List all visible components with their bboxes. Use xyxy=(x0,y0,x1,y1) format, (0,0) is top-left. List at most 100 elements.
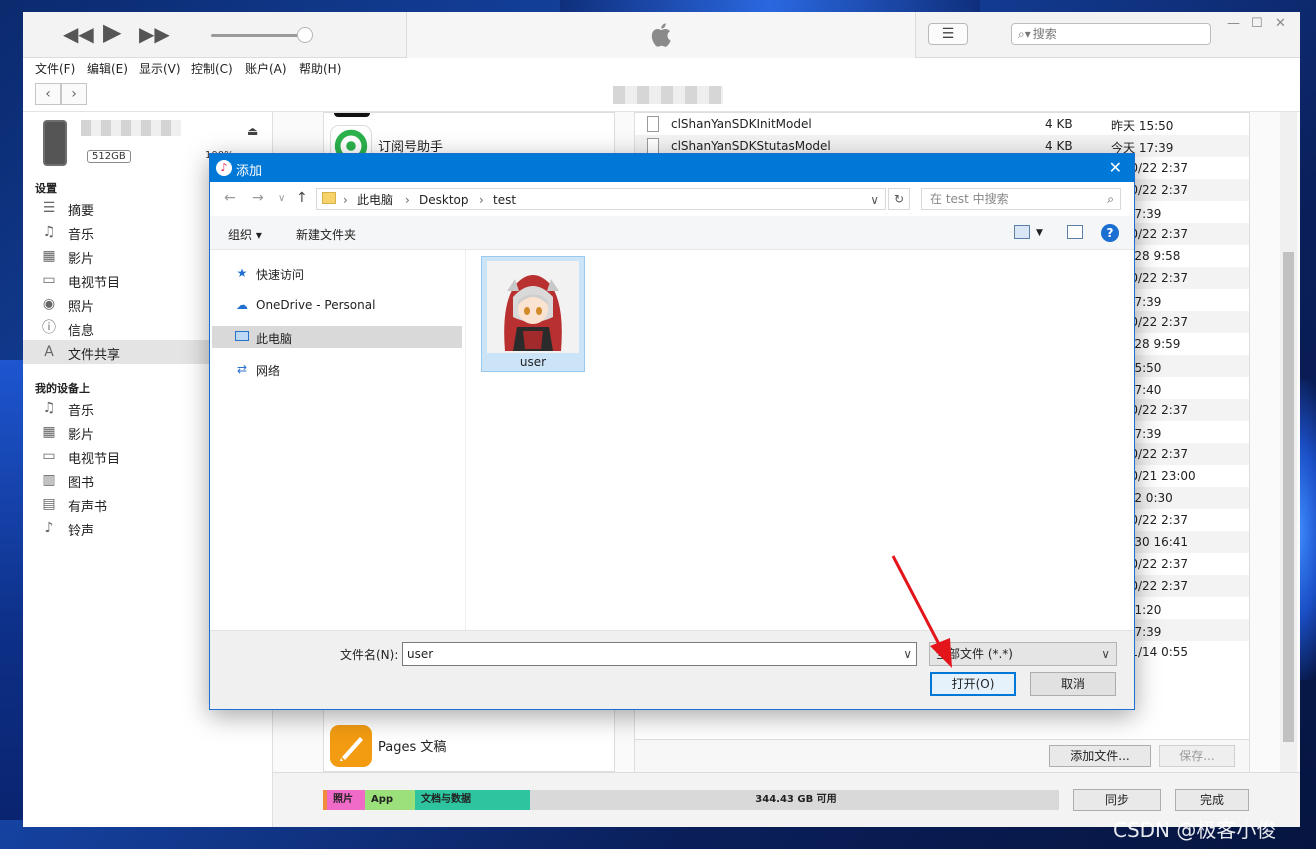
volume-slider[interactable] xyxy=(211,34,307,37)
sync-button[interactable]: 同步 xyxy=(1073,789,1161,811)
capacity-badge: 512GB xyxy=(87,150,131,163)
network-icon: ⇄ xyxy=(236,362,248,376)
eject-icon[interactable]: ⏏ xyxy=(247,124,258,138)
sidebar-item-label: 电视节目 xyxy=(68,276,121,291)
sidebar-item-label: 影片 xyxy=(68,428,95,443)
menu-file[interactable]: 文件(F) xyxy=(35,60,75,77)
fast-forward-icon[interactable]: ▶▶ xyxy=(139,24,170,44)
sidebar-item-label: 有声书 xyxy=(68,500,108,515)
chevron-down-icon: ∨ xyxy=(1101,647,1110,661)
app-store-icon: A xyxy=(44,344,54,360)
search-input[interactable]: ⌕▾ 搜索 xyxy=(1011,23,1211,45)
view-dropdown-icon[interactable]: ▼ xyxy=(1036,228,1043,238)
save-button[interactable]: 保存... xyxy=(1159,745,1235,767)
player-toolbar: ◀◀ ▶ ▶▶ ☰ ⌕▾ 搜索 — ☐ ✕ xyxy=(23,12,1300,58)
list-view-button[interactable]: ☰ xyxy=(928,23,968,45)
organize-menu[interactable]: 组织 ▾ xyxy=(228,226,262,243)
file-size: 4 KB xyxy=(1045,117,1073,131)
back-arrow-icon[interactable]: ← xyxy=(224,190,236,206)
app-name: Pages 文稿 xyxy=(378,740,447,755)
refresh-icon[interactable]: ↻ xyxy=(888,188,910,210)
sidebar-item-label: 信息 xyxy=(68,324,95,339)
anime-character-image xyxy=(487,261,579,353)
menu-edit[interactable]: 编辑(E) xyxy=(87,60,128,77)
cancel-button[interactable]: 取消 xyxy=(1030,672,1116,696)
camera-icon: ◉ xyxy=(42,296,56,312)
address-bar[interactable]: › 此电脑 › Desktop › test ∨ xyxy=(316,188,886,210)
menu-bar: 文件(F) 编辑(E) 显示(V) 控制(C) 账户(A) 帮助(H) xyxy=(23,58,1300,78)
sidebar-item-label: 摘要 xyxy=(68,204,95,219)
sidebar-item-label: 文件共享 xyxy=(68,348,121,363)
breadcrumb-desktop[interactable]: Desktop xyxy=(419,190,469,210)
menu-controls[interactable]: 控制(C) xyxy=(191,60,233,77)
capacity-segment-photos: 照片 xyxy=(327,790,365,810)
rewind-icon[interactable]: ◀◀ xyxy=(63,24,94,44)
filename-input[interactable]: user ∨ xyxy=(402,642,917,666)
menu-help[interactable]: 帮助(H) xyxy=(299,60,341,77)
nav-row: ‹ › xyxy=(23,78,1300,112)
done-button[interactable]: 完成 xyxy=(1175,789,1249,811)
preview-pane-icon[interactable] xyxy=(1067,225,1083,239)
book-icon: ▥ xyxy=(42,472,56,488)
dialog-footer: 文件名(N): user ∨ 全部文件 (*.*) ∨ 打开(O) 取消 xyxy=(210,630,1134,709)
play-icon[interactable]: ▶ xyxy=(103,20,121,44)
sidebar-item-label: 音乐 xyxy=(68,404,95,419)
maximize-icon[interactable]: ☐ xyxy=(1251,16,1263,31)
file-name: clShanYanSDKStutasModel xyxy=(671,139,831,153)
new-folder-button[interactable]: 新建文件夹 xyxy=(296,226,356,243)
address-dropdown-icon[interactable]: ∨ xyxy=(870,190,879,210)
app-icon-partial xyxy=(334,113,370,117)
nav-onedrive[interactable]: ☁ OneDrive - Personal xyxy=(212,294,462,316)
close-icon[interactable]: ✕ xyxy=(1275,16,1286,31)
app-row[interactable]: Pages 文稿 xyxy=(324,721,614,769)
red-annotation-arrow xyxy=(891,555,952,668)
help-icon[interactable]: ? xyxy=(1101,224,1119,242)
menu-account[interactable]: 账户(A) xyxy=(245,60,287,77)
documents-footer: 添加文件... 保存... xyxy=(635,739,1249,772)
forward-button[interactable]: › xyxy=(61,83,87,105)
audiobook-icon: ▤ xyxy=(42,496,56,512)
music-note-icon: ♫ xyxy=(42,224,56,240)
file-item-label: user xyxy=(519,355,547,369)
capacity-segment-documents: 文档与数据 xyxy=(415,790,530,810)
up-arrow-icon[interactable]: ↑ xyxy=(296,190,308,206)
section-my-device: 我的设备上 xyxy=(35,382,90,395)
open-button[interactable]: 打开(O) xyxy=(930,672,1016,696)
scrollbar-thumb[interactable] xyxy=(1283,252,1294,742)
capacity-segment-apps: App xyxy=(365,790,415,810)
minimize-icon[interactable]: — xyxy=(1227,16,1240,31)
add-file-dialog: ♪ 添加 ✕ ← → ∨ ↑ › 此电脑 › Desktop › test ∨ … xyxy=(209,153,1135,710)
nav-network[interactable]: ⇄ 网络 xyxy=(212,358,462,380)
folder-search-input[interactable]: 在 test 中搜索 ⌕ xyxy=(921,188,1121,210)
nav-this-pc[interactable]: 此电脑 xyxy=(212,326,462,348)
breadcrumb-this-pc[interactable]: 此电脑 xyxy=(357,190,393,210)
navigation-pane: ★ 快速访问 ☁ OneDrive - Personal 此电脑 ⇄ 网络 xyxy=(210,250,466,630)
dialog-toolbar: 组织 ▾ 新建文件夹 ▼ ? xyxy=(210,216,1134,250)
volume-knob[interactable] xyxy=(297,27,313,43)
device-name-blurred xyxy=(81,120,181,136)
sidebar-item-label: 影片 xyxy=(68,252,95,267)
info-icon: ⓘ xyxy=(42,320,56,336)
breadcrumb-test[interactable]: test xyxy=(493,190,516,210)
dialog-close-icon[interactable]: ✕ xyxy=(1109,158,1122,177)
dialog-title: 添加 xyxy=(236,164,263,179)
film-icon: ▦ xyxy=(42,424,56,440)
file-content-pane: user xyxy=(466,250,1134,630)
file-row[interactable]: clShanYanSDKInitModel 4 KB 昨天 15:50 xyxy=(635,113,1249,135)
section-settings: 设置 xyxy=(35,182,57,195)
user-thumbnail xyxy=(487,261,579,353)
scrollbar[interactable] xyxy=(1280,112,1297,772)
dialog-titlebar: ♪ 添加 ✕ xyxy=(210,154,1134,182)
add-file-button[interactable]: 添加文件... xyxy=(1049,745,1151,767)
menu-view[interactable]: 显示(V) xyxy=(139,60,181,77)
chevron-right-icon: › xyxy=(405,193,410,207)
forward-arrow-icon[interactable]: → xyxy=(252,190,264,206)
computer-icon xyxy=(234,330,250,344)
file-item-user[interactable]: user xyxy=(481,256,585,372)
nav-quick-access[interactable]: ★ 快速访问 xyxy=(212,262,462,284)
recent-dropdown-icon[interactable]: ∨ xyxy=(278,193,285,204)
back-button[interactable]: ‹ xyxy=(35,83,61,105)
file-date: 昨天 15:50 xyxy=(1111,119,1174,133)
view-options-icon[interactable] xyxy=(1014,225,1030,239)
sidebar-item-label: 铃声 xyxy=(68,524,95,539)
